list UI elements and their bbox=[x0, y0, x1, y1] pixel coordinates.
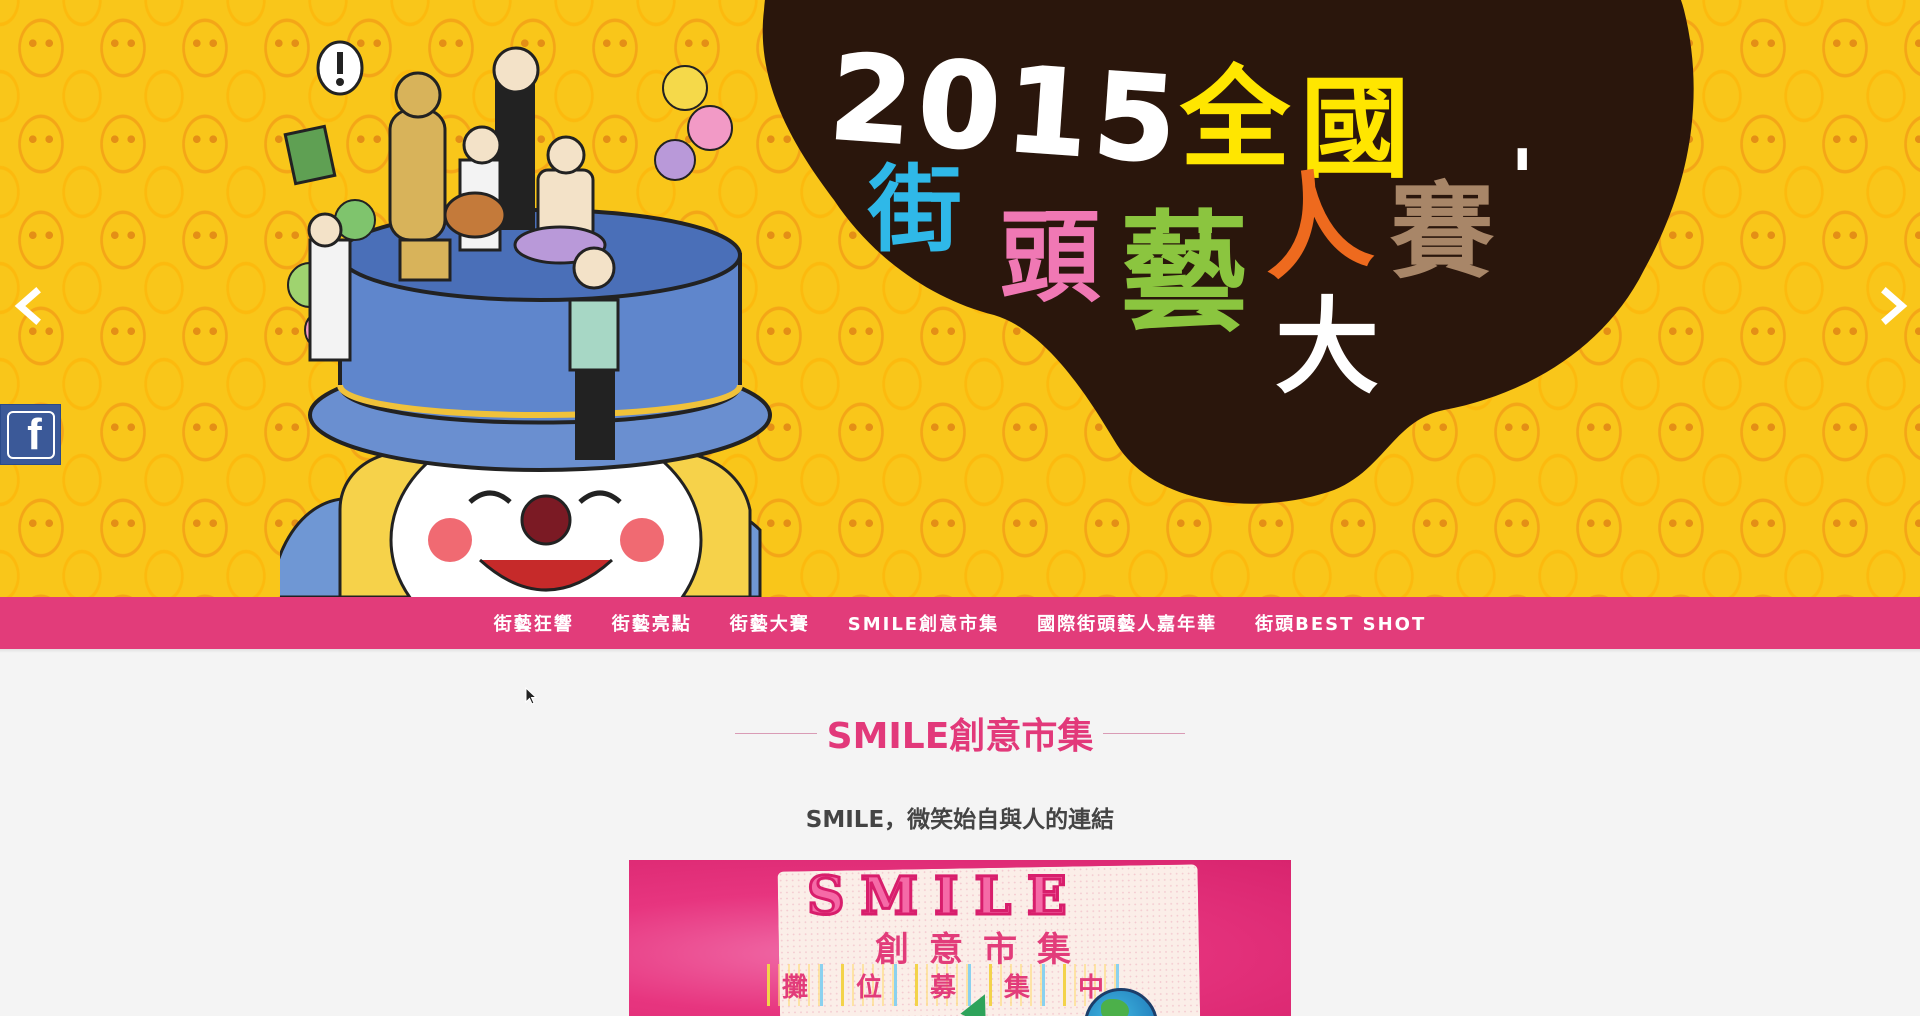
chevron-right-icon bbox=[1881, 287, 1908, 325]
event-title: 2015 全 國 街 頭 藝 人 賽 大 ' bbox=[825, 27, 1535, 430]
nav-item-street-art-sound[interactable]: 街藝狂響 bbox=[475, 610, 593, 636]
carousel-prev-button[interactable] bbox=[10, 286, 50, 326]
title-char: ' bbox=[1510, 133, 1535, 226]
title-char: 頭 bbox=[1000, 199, 1100, 316]
section-title: SMILE創意市集 bbox=[826, 716, 1094, 757]
facebook-glyph: f bbox=[27, 410, 42, 459]
nav-item-best-shot[interactable]: 街頭BEST SHOT bbox=[1236, 610, 1445, 636]
facebook-share-button[interactable]: f bbox=[0, 404, 61, 465]
smile-market-poster: SMILE 創意市集 攤 位 募 集 中 bbox=[629, 860, 1291, 1016]
main-nav: 街藝狂響 街藝亮點 街藝大賽 SMILE創意市集 國際街頭藝人嘉年華 街頭BES… bbox=[0, 597, 1920, 649]
title-char: 街 bbox=[868, 156, 963, 265]
hero-banner: 2015 全 國 街 頭 藝 人 賽 大 ' f bbox=[0, 0, 1920, 597]
poster-char: 募 bbox=[915, 964, 971, 1006]
nav-shadow bbox=[0, 649, 1920, 653]
nav-item-carnival[interactable]: 國際街頭藝人嘉年華 bbox=[1018, 610, 1236, 636]
section-heading: SMILE創意市集 bbox=[0, 705, 1920, 761]
heading-rule-right bbox=[1103, 732, 1186, 734]
title-char: 大 bbox=[1275, 286, 1380, 408]
carousel-next-button[interactable] bbox=[1872, 286, 1912, 326]
chevron-left-icon bbox=[14, 287, 41, 325]
mouse-cursor-icon bbox=[525, 687, 538, 705]
poster-char: 攤 bbox=[767, 964, 823, 1006]
title-char: 全 bbox=[1180, 55, 1290, 183]
clown-illustration bbox=[280, 40, 772, 597]
poster-heading: SMILE bbox=[806, 865, 1083, 929]
title-char: 賽 bbox=[1390, 171, 1495, 293]
title-char: 藝 bbox=[1120, 199, 1249, 348]
heading-rule-left bbox=[734, 732, 817, 734]
poster-recruiting-row: 攤 位 募 集 中 bbox=[767, 964, 1119, 1006]
section-subtitle: SMILE，微笑始自與人的連結 bbox=[805, 807, 1115, 833]
title-char: 人 bbox=[1251, 153, 1379, 297]
nav-item-highlights[interactable]: 街藝亮點 bbox=[593, 610, 711, 636]
nav-item-competition[interactable]: 街藝大賽 bbox=[711, 610, 829, 636]
facebook-icon: f bbox=[6, 410, 55, 459]
nav-item-smile-market[interactable]: SMILE創意市集 bbox=[829, 610, 1018, 636]
poster-char: 位 bbox=[841, 964, 897, 1006]
